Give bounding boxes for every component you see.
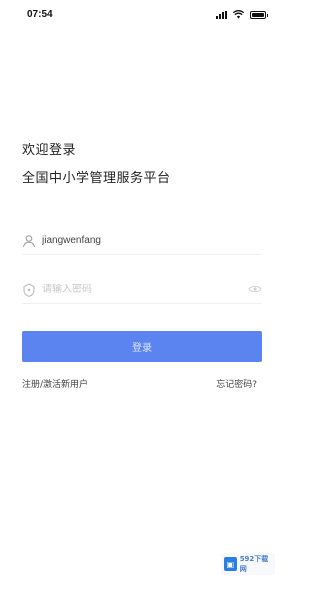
watermark-logo: ▣ 592下载网	[221, 553, 275, 575]
login-button[interactable]: 登录	[22, 331, 262, 362]
username-input[interactable]	[42, 235, 222, 246]
watermark-mark-icon: ▣	[224, 557, 237, 571]
user-icon	[23, 234, 35, 247]
password-field[interactable]	[22, 276, 262, 304]
status-time: 07:54	[27, 9, 53, 20]
register-link[interactable]: 注册/激活新用户	[22, 377, 88, 390]
cellular-signal-icon	[216, 10, 227, 19]
battery-icon	[250, 10, 268, 19]
status-icons	[216, 10, 268, 19]
wifi-icon	[233, 10, 244, 19]
eye-toggle-icon[interactable]	[248, 284, 262, 294]
status-bar: 07:54	[0, 0, 284, 30]
welcome-title: 欢迎登录	[22, 143, 77, 158]
password-input[interactable]	[42, 284, 222, 295]
lock-icon	[23, 282, 35, 297]
platform-title: 全国中小学管理服务平台	[22, 171, 171, 186]
watermark-text: 592下载网	[239, 555, 269, 573]
forgot-password-link[interactable]: 忘记密码?	[216, 377, 257, 390]
username-field[interactable]	[22, 227, 262, 255]
